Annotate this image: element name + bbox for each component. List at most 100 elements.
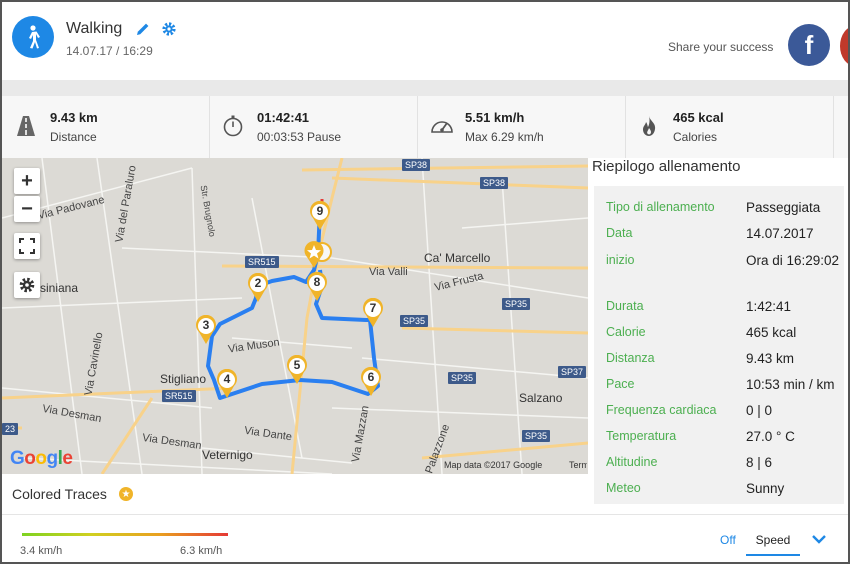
speedometer-icon (429, 114, 453, 138)
stat-value: 01:42:41 (257, 110, 310, 125)
marker-2[interactable]: 2 (246, 272, 270, 303)
stat-label: Calories (673, 130, 718, 144)
summary-title: Riepilogo allenamento (592, 158, 741, 175)
summary-value: 8 | 6 (746, 455, 773, 470)
marker-label: 6 (367, 370, 375, 384)
summary-table: Tipo di allenamento Passeggiata Data 14.07… (594, 186, 844, 504)
road-tag: SP38 (402, 159, 431, 171)
map-credit: Map data ©2017 Google (444, 460, 543, 470)
summary-value: Sunny (746, 481, 785, 496)
flame-icon (637, 114, 661, 138)
road-tag: SP35 (400, 315, 429, 327)
marker-4[interactable]: 4 (215, 368, 239, 399)
marker-label: 3 (202, 318, 210, 332)
share-label: Share your success (668, 40, 774, 54)
pencil-icon[interactable] (135, 21, 151, 37)
star-icon: ★ (119, 487, 133, 501)
zoom-out-button[interactable]: − (14, 196, 40, 222)
fullscreen-icon (19, 238, 35, 254)
place-label: Salzano (519, 391, 563, 405)
marker-9[interactable]: 9 (308, 200, 332, 231)
summary-key: inizio (606, 253, 635, 267)
header-separator (2, 80, 848, 96)
activity-title: Walking (66, 20, 123, 37)
marker-5[interactable]: 5 (285, 354, 309, 385)
activity-header: Walking 14.07.17 / 16:29 Share your succ… (2, 2, 848, 80)
summary-key: Durata (606, 299, 644, 313)
marker-label: 5 (293, 358, 301, 372)
colored-traces-label: Colored Traces (12, 486, 107, 502)
stat-value: 9.43 km (50, 110, 98, 125)
road-icon (14, 114, 38, 138)
summary-value: 1:42:41 (746, 299, 792, 314)
route-map[interactable]: 9 8 2 3 7 5 4 6 Via Padovane Via del Par… (2, 158, 588, 474)
summary-key: Pace (606, 377, 635, 391)
summary-value: 9.43 km (746, 351, 795, 366)
stat-label: 00:03:53 Pause (257, 130, 342, 144)
summary-key: Calorie (606, 325, 646, 339)
gear-icon (19, 277, 35, 293)
stat-duration: 01:42:41 00:03:53 Pause (209, 96, 418, 158)
map-settings-button[interactable] (14, 272, 40, 298)
stopwatch-icon (221, 114, 245, 138)
marker-label: 9 (316, 204, 324, 218)
max-speed-label: 6.3 km/h (180, 545, 223, 557)
road-tag: SR515 (245, 256, 279, 268)
google-logo: Google (10, 448, 73, 469)
stat-label: Distance (50, 130, 97, 144)
app-frame: Walking 14.07.17 / 16:29 Share your succ… (0, 0, 850, 564)
map-terms-link[interactable]: Terms (569, 460, 587, 470)
summary-key: Data (606, 226, 633, 240)
marker-label: 8 (313, 275, 321, 289)
road-tag: SP35 (448, 372, 477, 384)
summary-value: Ora di 16:29:02 (746, 253, 840, 268)
road-tag: SR515 (162, 390, 196, 402)
trace-speed-tab[interactable]: Speed (746, 526, 800, 556)
facebook-share-button[interactable]: f (788, 24, 830, 66)
road-tag: SP38 (480, 177, 509, 189)
summary-key: Altitudine (606, 455, 658, 469)
section-divider (2, 514, 848, 515)
summary-value: 465 kcal (746, 325, 797, 340)
stat-value: 5.51 km/h (465, 110, 525, 125)
min-speed-label: 3.4 km/h (20, 545, 63, 557)
place-label: Via Valli (369, 266, 408, 278)
walking-person-icon (12, 16, 54, 58)
fullscreen-button[interactable] (14, 233, 40, 259)
summary-value: 27.0 ° C (746, 429, 795, 444)
marker-8[interactable]: 8 (305, 271, 329, 302)
activity-datetime: 14.07.17 / 16:29 (66, 44, 153, 58)
trace-off-tab[interactable]: Off (720, 533, 736, 547)
marker-label: 7 (369, 301, 377, 315)
summary-key: Frequenza cardiaca (606, 403, 717, 417)
workout-summary-panel: Riepilogo allenamento Tipo di allenament… (588, 158, 848, 506)
share-more-button[interactable] (840, 26, 848, 66)
chevron-down-icon[interactable] (810, 530, 828, 548)
marker-3[interactable]: 3 (194, 314, 218, 345)
marker-6[interactable]: 6 (359, 366, 383, 397)
summary-value: 10:53 min / km (746, 377, 835, 392)
summary-key: Temperatura (606, 429, 677, 443)
stat-value: 465 kcal (673, 110, 724, 125)
place-label: Stigliano (160, 372, 207, 386)
stats-row: 9.43 km Distance 01:42:41 00:03:53 Pause… (2, 96, 848, 159)
zoom-in-button[interactable]: + (14, 168, 40, 194)
road-tag: 23 (2, 423, 19, 435)
speed-gradient-legend (22, 533, 228, 536)
road-tag: SP37 (558, 366, 587, 378)
marker-label: 2 (254, 276, 262, 290)
stat-calories: 465 kcal Calories (625, 96, 834, 158)
start-star-marker[interactable] (303, 241, 325, 269)
road-tag: SP35 (502, 298, 531, 310)
gear-icon[interactable] (161, 21, 177, 37)
marker-label: 4 (223, 372, 231, 386)
stat-label: Max 6.29 km/h (465, 130, 544, 144)
summary-key: Distanza (606, 351, 655, 365)
marker-7[interactable]: 7 (361, 297, 385, 328)
stat-speed: 5.51 km/h Max 6.29 km/h (417, 96, 626, 158)
place-label: Veternigo (202, 448, 253, 462)
summary-value: 0 | 0 (746, 403, 773, 418)
place-label: Ca' Marcello (424, 251, 491, 265)
summary-value: 14.07.2017 (746, 226, 814, 241)
stat-distance: 9.43 km Distance (2, 96, 210, 158)
